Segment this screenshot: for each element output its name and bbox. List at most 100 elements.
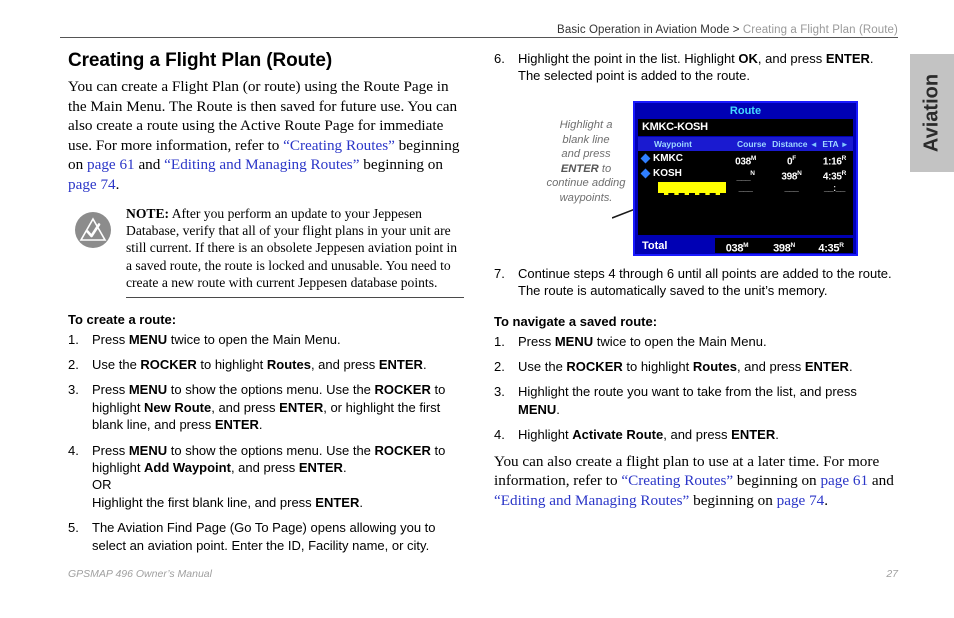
step-text: Press [92,382,129,398]
eta-unit: R [841,155,847,162]
step-number: 4. [68,442,79,458]
step-number: 6. [494,51,505,66]
scroll-left-arrow-icon[interactable]: ◄ [810,140,818,149]
highlight-box[interactable] [658,182,726,195]
link-page-61[interactable]: page 61 [87,156,135,173]
footer-page-number: 27 [886,568,898,580]
link-editing-managing-routes-2[interactable]: “Editing and Managing Routes” [494,492,689,509]
caption-line-4: to [598,162,612,175]
distance-unit: N [797,170,802,177]
link-page-74[interactable]: page 74 [68,176,116,193]
route-row-waypoint: KOSH [638,166,724,181]
route-row-distance: 398N [781,170,802,183]
link-creating-routes-2[interactable]: “Creating Routes” [621,472,733,489]
step-text: . [258,417,263,433]
note-text: NOTE: After you perform an update to you… [126,205,464,298]
page-title: Creating a Flight Plan (Route) [68,50,333,71]
step-key-term: Routes [692,359,737,375]
intro-text-3: and [134,156,165,174]
step-text: Continue steps 4 through 6 until all poi… [518,265,892,299]
left-column: Creating a Flight Plan (Route) You can c… [68,50,464,562]
link-page-61-2[interactable]: page 61 [820,472,868,489]
link-creating-routes[interactable]: “Creating Routes” [283,137,395,154]
intro-paragraph: You can create a Flight Plan (or route) … [68,77,464,195]
blank-eta: __:__ [823,183,845,193]
step-key-term: MENU [128,382,168,398]
step-text: . [848,359,853,375]
caption-line-6: waypoints. [559,191,613,204]
step-key-term: ENTER [825,51,870,66]
step-key-term: ROCKER [374,382,431,398]
route-row[interactable]: KOSH ___N 398N 4:35R [638,166,853,183]
step-text: Highlight the first blank line, and pres… [92,494,316,510]
total-values: 038M 398N 4:35R [715,238,853,255]
closing-paragraph: You can also create a flight plan to use… [494,452,898,511]
section-tab-label: Aviation [920,73,943,153]
step-text: to show the options menu. Use the [167,442,375,458]
link-page-74-2[interactable]: page 74 [777,492,825,509]
route-row-waypoint: KMKC [638,151,724,166]
screen-title: Route [635,103,856,119]
route-row[interactable]: KMKC 038M 0F 1:16R [638,151,853,167]
step-key-term: MENU [518,401,557,417]
step-key-term: ENTER [731,427,776,443]
caption-bold-enter: ENTER [560,162,599,175]
step-key-term: Routes [266,357,311,372]
step-key-term: ROCKER [140,357,197,372]
step-text: to highlight [196,357,267,372]
step-text: to highlight [622,359,693,375]
note-icon [74,211,112,249]
intro-text-4: beginning on [359,156,443,174]
closing-text-3: and [868,472,894,490]
column-header-eta-label: ETA [822,139,839,149]
steps-navigate-route: 1. Press MENU twice to open the Main Menu… [494,333,898,444]
step-number: 2. [68,357,79,372]
step-key-term: ENTER [214,417,259,433]
step-text: Use the [92,357,141,372]
step-key-term: MENU [128,442,168,458]
breadcrumb-parent: Basic Operation in Aviation Mode > [557,24,743,36]
note-label: NOTE: [126,205,170,221]
step-item: 6. Highlight the point in the list. Highl… [494,50,898,85]
step-text: , and press [230,460,299,476]
step-text: . [556,401,560,417]
step-number: 5. [68,520,79,536]
blank-distance: ___ [784,183,799,193]
step-text: . [342,460,347,476]
step-key-term: Add Waypoint [144,460,231,476]
steps-continued-7: 7. Continue steps 4 through 6 until all p… [494,265,898,300]
note-body: After you perform an update to your Jepp… [126,205,458,291]
course-unit: M [750,155,757,162]
step-item: 2. Use the ROCKER to highlight Routes, an… [494,358,898,375]
step-key-term: OK [738,51,758,66]
step-text: to show the options menu. Use the [167,382,375,398]
screen-column-headers: Waypoint Course Distance ◄ ETA ► [638,137,853,151]
scroll-right-arrow-icon[interactable]: ► [841,140,849,149]
step-key-term: Activate Route [572,427,664,443]
procedure-heading-navigate: To navigate a saved route: [494,313,658,329]
breadcrumb: Basic Operation in Aviation Mode > Creat… [68,24,898,36]
waypoint-name: KOSH [653,168,682,179]
total-course: 038M [725,242,749,255]
caption-line-1: Highlight a [559,119,613,131]
step-item: 2. Use the ROCKER to highlight Routes, an… [68,356,464,373]
total-label: Total [642,239,668,252]
steps-create-route: 1. Press MENU twice to open the Main Menu… [68,331,464,554]
step-item: 4. Highlight Activate Route, and press EN… [494,426,898,443]
step-text: Highlight [518,427,573,443]
step-key-term: MENU [554,333,594,349]
procedure-heading-create: To create a route: [68,311,177,327]
step-text: , and press [736,359,805,375]
blank-line-highlight[interactable] [638,181,726,198]
column-header-distance: Distance ◄ [772,137,818,151]
route-row-course: ___N [736,170,755,182]
header-divider [60,37,898,38]
step-text: , and press [757,51,826,66]
link-editing-managing-routes[interactable]: “Editing and Managing Routes” [164,156,359,173]
step-number: 4. [494,427,505,443]
caption-line-5: continue adding [546,177,626,190]
distance-unit: F [792,155,796,162]
eta-unit: R [841,170,847,177]
route-row-blank-highlighted[interactable]: ___ ___ __:__ [638,181,853,198]
caption-line-3: and press [561,148,611,161]
